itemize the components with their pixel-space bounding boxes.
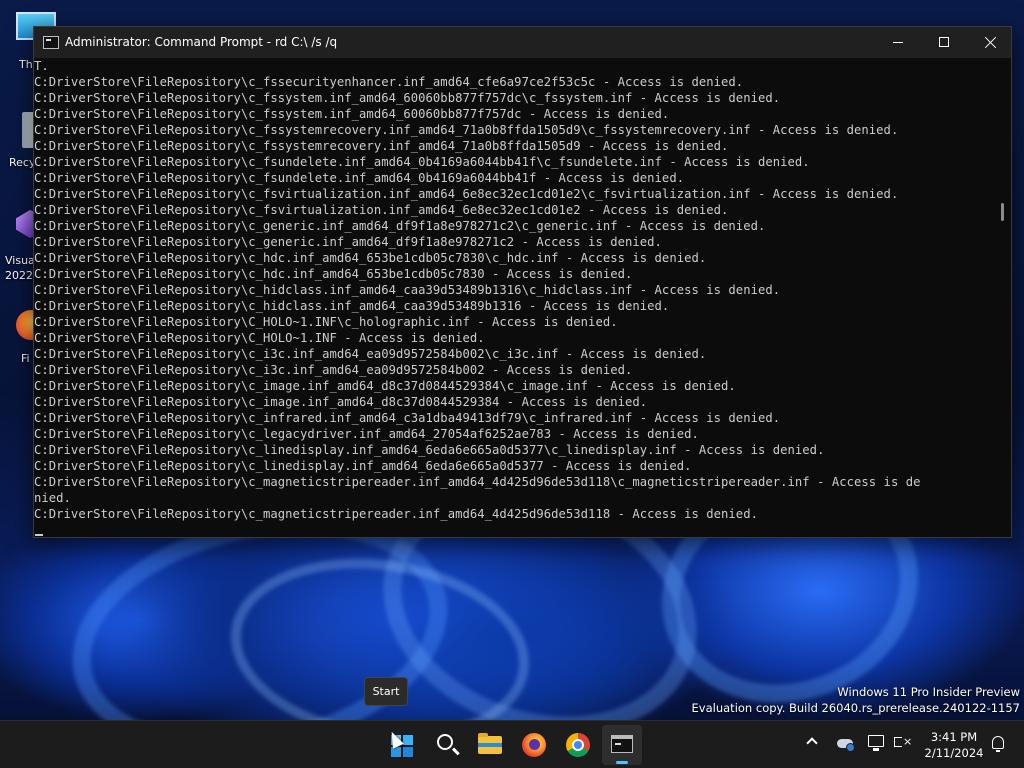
info-badge-icon — [846, 743, 855, 752]
evaluation-watermark: Windows 11 Pro Insider Preview Evaluatio… — [692, 684, 1020, 716]
console-line: C:DriverStore\FileRepository\c_hidclass.… — [34, 283, 781, 297]
command-prompt-window[interactable]: Administrator: Command Prompt - rd C:\ /… — [33, 26, 1012, 538]
firefox-icon — [522, 733, 546, 757]
console-line: C:DriverStore\FileRepository\c_infrared.… — [34, 411, 781, 425]
console-line: nied. — [34, 491, 71, 505]
console-line: C:DriverStore\FileRepository\c_generic.i… — [34, 235, 662, 249]
speaker-muted-icon — [894, 737, 902, 747]
title-bar[interactable]: Administrator: Command Prompt - rd C:\ /… — [34, 27, 1011, 58]
close-button[interactable] — [967, 27, 1013, 58]
console-lines: C:DriverStore\FileRepository\c_fssecurit… — [34, 74, 998, 522]
console-line: C:DriverStore\FileRepository\c_generic.i… — [34, 219, 766, 233]
watermark-line-2: Evaluation copy. Build 26040.rs_prerelea… — [691, 701, 1020, 715]
desktop-icon-label: Visua — [5, 254, 35, 267]
minimize-button[interactable] — [875, 27, 921, 58]
console-line: C:DriverStore\FileRepository\c_hdc.inf_a… — [34, 267, 633, 281]
console-line: C:DriverStore\FileRepository\c_linedispl… — [34, 459, 692, 473]
search-button[interactable] — [427, 725, 467, 765]
search-icon — [437, 734, 453, 750]
network-icon — [868, 735, 884, 751]
console-line: C:DriverStore\FileRepository\c_hdc.inf_a… — [34, 251, 707, 265]
console-line: C:DriverStore\FileRepository\c_fsundelet… — [34, 171, 685, 185]
console-line: C:DriverStore\FileRepository\c_magnetics… — [34, 507, 758, 521]
notifications-button[interactable] — [988, 733, 1010, 755]
start-tooltip: Start — [364, 677, 408, 706]
desktop-icon-label: Th — [19, 58, 33, 71]
console-line: C:DriverStore\FileRepository\c_fsundelet… — [34, 155, 810, 169]
minimize-icon — [893, 42, 903, 43]
desktop-icon-label-2: 2022 — [5, 269, 33, 282]
network-button[interactable] — [866, 733, 888, 755]
folder-icon — [478, 733, 502, 754]
console-line: C:DriverStore\FileRepository\c_magnetics… — [34, 475, 921, 489]
scrollbar-thumb[interactable] — [1001, 203, 1004, 221]
desktop-icon-label: Fi — [21, 352, 30, 365]
console-line: T. — [34, 59, 49, 73]
console-line: C:DriverStore\FileRepository\c_i3c.inf_a… — [34, 347, 707, 361]
console-line: C:DriverStore\FileRepository\c_image.inf… — [34, 395, 648, 409]
firefox-button[interactable] — [514, 725, 554, 765]
taskbar: × 3:41 PM 2/11/2024 — [0, 720, 1024, 768]
active-app-indicator — [616, 761, 628, 764]
chevron-up-icon — [806, 737, 818, 749]
file-explorer-button[interactable] — [470, 725, 510, 765]
desktop-icon-label: Recy — [9, 156, 36, 169]
console-line: C:DriverStore\FileRepository\c_i3c.inf_a… — [34, 363, 633, 377]
chrome-icon — [566, 733, 590, 757]
console-line: C:DriverStore\FileRepository\C_HOLO~1.IN… — [34, 331, 485, 345]
console-line: C:DriverStore\FileRepository\c_image.inf… — [34, 379, 736, 393]
close-icon — [984, 36, 997, 49]
clock-button[interactable]: 3:41 PM 2/11/2024 — [918, 729, 990, 761]
command-prompt-icon — [43, 36, 59, 49]
console-line: C:DriverStore\FileRepository\c_fssystemr… — [34, 139, 729, 153]
console-line: C:DriverStore\FileRepository\c_fssystemr… — [34, 123, 899, 137]
command-prompt-button[interactable] — [602, 725, 642, 765]
terminal-icon — [611, 735, 633, 753]
text-cursor — [35, 534, 43, 536]
bell-icon — [992, 736, 1004, 752]
onedrive-button[interactable] — [836, 733, 858, 755]
console-output[interactable]: T. C:DriverStore\FileRepository\c_fssecu… — [34, 58, 998, 538]
console-line: C:DriverStore\FileRepository\c_linedispl… — [34, 443, 825, 457]
console-line: C:DriverStore\FileRepository\C_HOLO~1.IN… — [34, 315, 618, 329]
volume-button[interactable]: × — [891, 733, 913, 755]
console-line: C:DriverStore\FileRepository\c_fssystem.… — [34, 91, 781, 105]
console-line: C:DriverStore\FileRepository\c_legacydri… — [34, 427, 699, 441]
clock-time: 3:41 PM — [930, 730, 978, 744]
window-title: Administrator: Command Prompt - rd C:\ /… — [65, 35, 338, 49]
console-line: C:DriverStore\FileRepository\c_fssystem.… — [34, 107, 670, 121]
console-line: C:DriverStore\FileRepository\c_fsvirtual… — [34, 187, 899, 201]
watermark-line-1: Windows 11 Pro Insider Preview — [837, 685, 1020, 699]
console-line: C:DriverStore\FileRepository\c_fssecurit… — [34, 75, 744, 89]
console-line: C:DriverStore\FileRepository\c_fsvirtual… — [34, 203, 729, 217]
maximize-icon — [939, 37, 949, 47]
show-hidden-icons-button[interactable] — [804, 733, 826, 755]
console-line: C:DriverStore\FileRepository\c_hidclass.… — [34, 299, 670, 313]
clock-date: 2/11/2024 — [924, 746, 984, 760]
chrome-button[interactable] — [558, 725, 598, 765]
maximize-button[interactable] — [921, 27, 967, 58]
